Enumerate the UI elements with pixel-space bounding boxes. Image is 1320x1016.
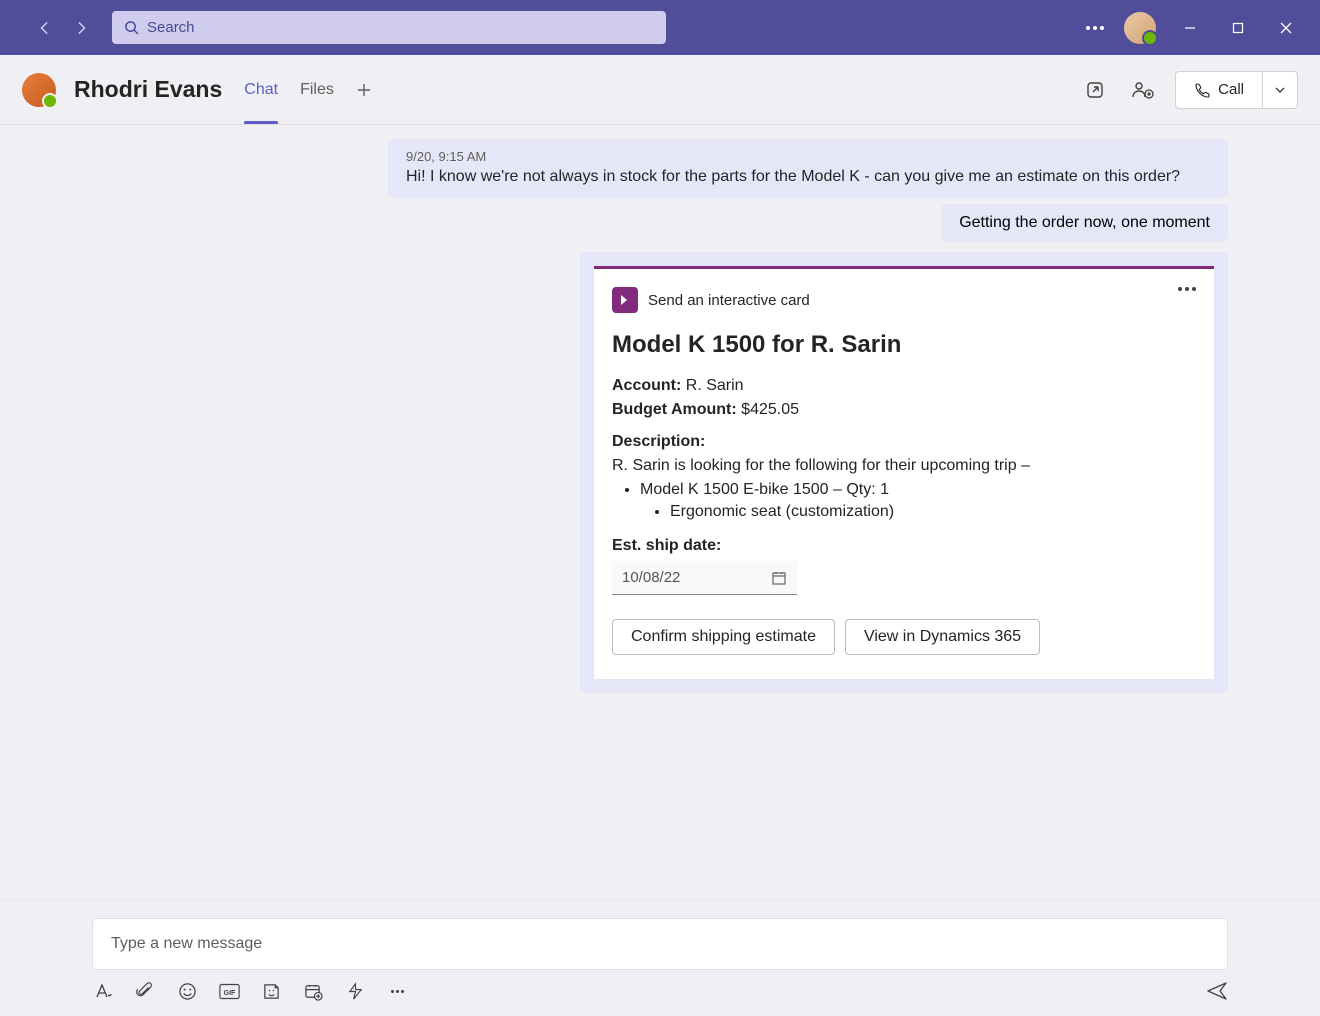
search-icon: [124, 20, 139, 35]
tab-files[interactable]: Files: [300, 55, 334, 124]
call-options-button[interactable]: [1262, 71, 1298, 109]
chat-title: Rhodri Evans: [74, 76, 222, 103]
account-field: Account: R. Sarin: [612, 377, 1196, 395]
calendar-icon: [771, 570, 787, 586]
svg-text:GIF: GIF: [223, 990, 235, 997]
sub-item: Ergonomic seat (customization): [670, 503, 1196, 521]
emoji-button[interactable]: [176, 980, 198, 1002]
add-people-button[interactable]: [1127, 74, 1159, 106]
sticker-button[interactable]: [260, 980, 282, 1002]
current-user-avatar[interactable]: [1124, 12, 1156, 44]
message-text: Getting the order now, one moment: [959, 214, 1210, 232]
window-minimize-button[interactable]: [1176, 14, 1204, 42]
attach-button[interactable]: [134, 980, 156, 1002]
call-button[interactable]: Call: [1175, 71, 1262, 109]
description-label: Description:: [612, 433, 1196, 451]
format-button[interactable]: [92, 980, 114, 1002]
search-placeholder: Search: [147, 19, 195, 36]
tab-chat[interactable]: Chat: [244, 55, 278, 124]
more-options-button[interactable]: [1086, 26, 1104, 30]
contact-avatar[interactable]: [22, 73, 56, 107]
actions-button[interactable]: [302, 980, 324, 1002]
window-close-button[interactable]: [1272, 14, 1300, 42]
chat-header: Rhodri Evans Chat Files Call: [0, 55, 1320, 125]
ship-date-label: Est. ship date:: [612, 537, 1196, 555]
message-text: Hi! I know we're not always in stock for…: [406, 168, 1210, 186]
confirm-shipping-button[interactable]: Confirm shipping estimate: [612, 619, 835, 655]
nav-forward-button[interactable]: [66, 13, 96, 43]
title-bar: Search: [0, 0, 1320, 55]
message-composer: Type a new message GIF: [0, 899, 1320, 1016]
line-item: Model K 1500 E-bike 1500 – Qty: 1: [640, 481, 1196, 499]
view-dynamics-button[interactable]: View in Dynamics 365: [845, 619, 1040, 655]
outgoing-message: Getting the order now, one moment: [941, 204, 1228, 242]
search-input[interactable]: Search: [112, 11, 666, 44]
adaptive-card-container: Send an interactive card Model K 1500 fo…: [580, 252, 1228, 693]
chat-messages-area: 9/20, 9:15 AM Hi! I know we're not alway…: [0, 125, 1320, 899]
budget-field: Budget Amount: $425.05: [612, 401, 1196, 419]
card-more-button[interactable]: [1178, 287, 1196, 291]
description-intro: R. Sarin is looking for the following fo…: [612, 457, 1196, 475]
description-list: Model K 1500 E-bike 1500 – Qty: 1 Ergono…: [640, 481, 1196, 521]
add-tab-button[interactable]: [356, 82, 372, 98]
compose-input[interactable]: Type a new message: [92, 918, 1228, 970]
more-compose-button[interactable]: [386, 980, 408, 1002]
phone-icon: [1194, 82, 1210, 98]
nav-back-button[interactable]: [30, 13, 60, 43]
window-maximize-button[interactable]: [1224, 14, 1252, 42]
power-automate-icon: [612, 287, 638, 313]
gif-button[interactable]: GIF: [218, 980, 240, 1002]
popout-button[interactable]: [1079, 74, 1111, 106]
adaptive-card: Send an interactive card Model K 1500 fo…: [594, 266, 1214, 679]
message-timestamp: 9/20, 9:15 AM: [406, 149, 1210, 164]
send-button[interactable]: [1206, 980, 1228, 1002]
card-title: Model K 1500 for R. Sarin: [612, 331, 1196, 359]
incoming-message: 9/20, 9:15 AM Hi! I know we're not alway…: [388, 139, 1228, 198]
ship-date-input[interactable]: 10/08/22: [612, 561, 797, 595]
compose-placeholder: Type a new message: [111, 935, 262, 953]
stream-button[interactable]: [344, 980, 366, 1002]
card-source: Send an interactive card: [612, 287, 1196, 313]
